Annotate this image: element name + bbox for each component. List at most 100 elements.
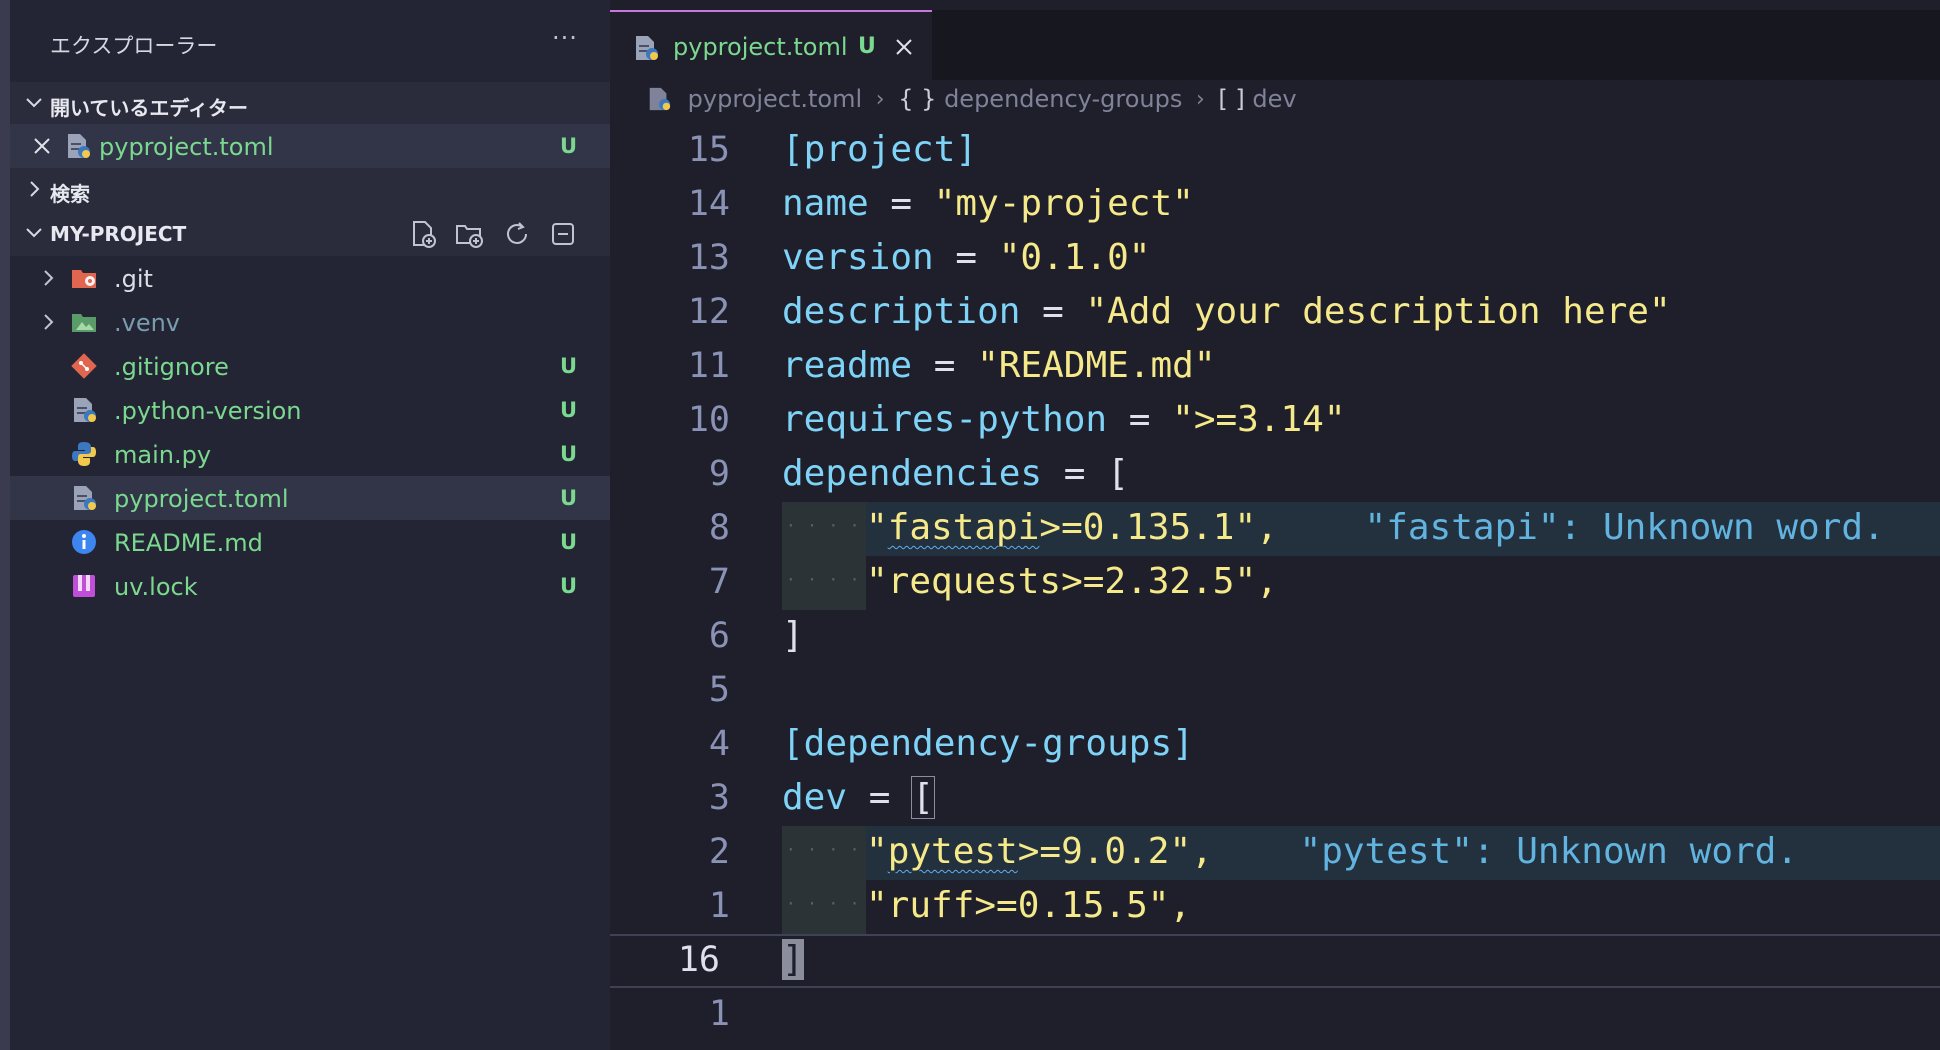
- breadcrumb: pyproject.toml › { } dependency-groups ›…: [646, 84, 1297, 120]
- git-status-badge: U: [560, 354, 578, 378]
- line-number: 7: [708, 562, 730, 602]
- misspelled-word: fastapi: [887, 507, 1040, 548]
- file-name: .python-version: [114, 397, 302, 425]
- code-line: 6 ]: [610, 610, 1940, 664]
- line-text: ]: [782, 939, 804, 980]
- more-actions-icon[interactable]: ···: [552, 24, 578, 52]
- chevron-right-icon: [44, 270, 54, 286]
- tab-git-status: U: [858, 34, 876, 59]
- code-line: 7 "requests>=2.32.5",: [610, 556, 1940, 610]
- activity-bar-edge: [0, 0, 10, 1050]
- code-line: 12 description = "Add your description h…: [610, 286, 1940, 340]
- text-cursor: ]: [782, 939, 804, 980]
- line-number: 1: [708, 886, 730, 926]
- open-editors-label: 開いているエディター: [50, 96, 248, 120]
- tree-item-git-folder[interactable]: .git: [10, 256, 610, 300]
- breadcrumb-file[interactable]: pyproject.toml: [688, 85, 863, 113]
- chevron-down-icon: [26, 98, 42, 108]
- lock-icon: [73, 575, 95, 597]
- line-number: 3: [708, 778, 730, 818]
- toml-icon: [74, 486, 96, 510]
- tab-label: pyproject.toml: [673, 33, 848, 61]
- array-icon: [ ]: [1218, 85, 1245, 113]
- inline-diagnostic: "fastapi": Unknown word.: [1364, 507, 1885, 548]
- line-number: 1: [708, 994, 730, 1034]
- git-status-badge: U: [560, 530, 578, 554]
- editor-area: pyproject.toml U pyproject.toml › { } de…: [610, 0, 1940, 1050]
- git-folder-icon: [72, 270, 96, 288]
- line-number: 4: [708, 724, 730, 764]
- python-config-icon: [74, 398, 96, 422]
- open-editor-name: pyproject.toml: [99, 133, 274, 161]
- refresh-icon[interactable]: [502, 219, 532, 249]
- line-number: 14: [687, 184, 730, 224]
- tree-item-venv-folder[interactable]: .venv: [10, 300, 610, 344]
- explorer-header: エクスプローラー ···: [10, 0, 610, 82]
- new-folder-icon[interactable]: [454, 219, 484, 249]
- search-section-label: 検索: [50, 182, 90, 206]
- line-text: ]: [782, 615, 804, 656]
- python-icon: [72, 442, 96, 466]
- line-text: description = "Add your description here…: [782, 291, 1671, 332]
- chevron-right-icon: ›: [1195, 86, 1205, 112]
- toml-icon: [636, 36, 658, 60]
- git-status-badge: U: [560, 486, 578, 510]
- tree-item-readme[interactable]: README.md U: [10, 520, 610, 564]
- file-name: README.md: [114, 529, 263, 557]
- misspelled-word: pytest: [887, 831, 1018, 872]
- line-number: 5: [708, 670, 730, 710]
- code-line: 1 "ruff>=0.15.5",: [610, 880, 1940, 934]
- tree-item-python-version[interactable]: .python-version U: [10, 388, 610, 432]
- tree-item-pyproject[interactable]: pyproject.toml U: [10, 476, 610, 520]
- line-text: name = "my-project": [782, 183, 1194, 224]
- venv-folder-icon: [72, 314, 96, 332]
- new-file-icon[interactable]: [408, 219, 438, 249]
- line-number: 13: [687, 238, 730, 278]
- current-line-number: 16: [677, 940, 720, 980]
- code-line: 2 "pytest>=9.0.2", "pytest": Unknown wor…: [610, 826, 1940, 880]
- git-status-badge: U: [560, 442, 578, 466]
- open-editors-section[interactable]: 開いているエディター: [10, 82, 610, 126]
- tab-bar: pyproject.toml U: [610, 10, 1940, 80]
- git-icon: [71, 353, 97, 379]
- line-text: dev = [: [782, 776, 935, 819]
- breadcrumb-key[interactable]: dev: [1252, 85, 1296, 113]
- code-line: 5: [610, 664, 1940, 718]
- line-number: 15: [687, 130, 730, 170]
- line-text: dependencies = [: [782, 453, 1129, 494]
- code-line: 8 "fastapi>=0.135.1", "fastapi": Unknown…: [610, 502, 1940, 556]
- explorer-sidebar: エクスプローラー ··· 開いているエディター pyproject.toml U…: [10, 0, 610, 1050]
- tab-pyproject[interactable]: pyproject.toml U: [610, 10, 932, 80]
- matched-bracket: [: [911, 776, 935, 819]
- toml-icon: [68, 134, 90, 158]
- breadcrumb-section[interactable]: dependency-groups: [944, 85, 1182, 113]
- file-name: .venv: [114, 309, 181, 337]
- code-line: 10 requires-python = ">=3.14": [610, 394, 1940, 448]
- search-section[interactable]: 検索: [10, 168, 610, 212]
- git-status-badge: U: [560, 574, 578, 598]
- current-line: 16 ]: [610, 934, 1940, 988]
- line-text: readme = "README.md": [782, 345, 1216, 386]
- inline-diagnostic: "pytest": Unknown word.: [1299, 831, 1799, 872]
- project-label: MY-PROJECT: [50, 222, 187, 246]
- line-text: "requests>=2.32.5",: [782, 556, 1278, 610]
- collapse-all-icon[interactable]: [548, 219, 578, 249]
- code-line: 4 [dependency-groups]: [610, 718, 1940, 772]
- chevron-right-icon: ›: [875, 86, 885, 112]
- tree-item-main-py[interactable]: main.py U: [10, 432, 610, 476]
- object-icon: { }: [898, 85, 937, 113]
- line-text: requires-python = ">=3.14": [782, 399, 1346, 440]
- line-number: 8: [708, 508, 730, 548]
- close-icon[interactable]: [30, 134, 54, 158]
- file-name: .git: [114, 265, 153, 293]
- explorer-title: エクスプローラー: [50, 34, 218, 58]
- file-name: .gitignore: [114, 353, 229, 381]
- open-editor-item[interactable]: pyproject.toml U: [10, 124, 610, 168]
- tree-item-gitignore[interactable]: .gitignore U: [10, 344, 610, 388]
- close-tab-icon[interactable]: [892, 35, 916, 59]
- tree-item-uv-lock[interactable]: uv.lock U: [10, 564, 610, 608]
- git-status-badge: U: [560, 134, 578, 158]
- line-text: "ruff>=0.15.5",: [782, 880, 1191, 934]
- line-number: 9: [708, 454, 730, 494]
- line-number: 6: [708, 616, 730, 656]
